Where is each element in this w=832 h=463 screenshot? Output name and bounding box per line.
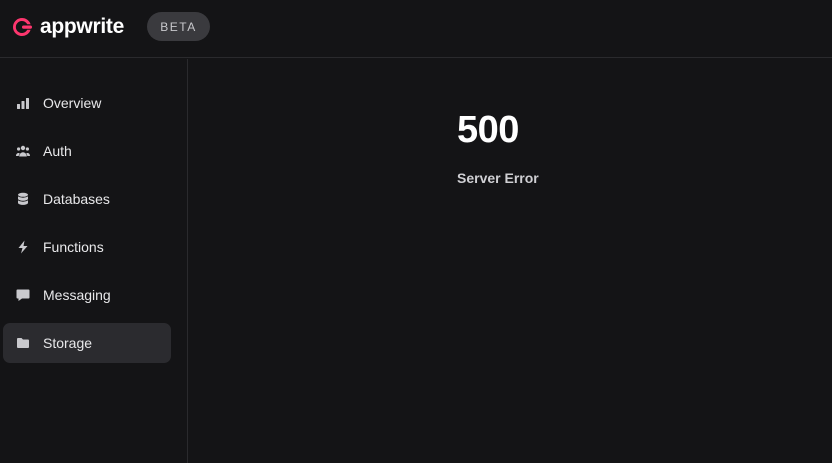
sidebar-item-label: Databases bbox=[43, 191, 110, 207]
database-icon bbox=[16, 192, 30, 206]
brand-name: appwrite bbox=[40, 15, 124, 38]
users-icon bbox=[16, 144, 30, 158]
error-code: 500 bbox=[457, 109, 519, 151]
main-content: 500 Server Error bbox=[188, 59, 832, 463]
lightning-icon bbox=[16, 240, 30, 254]
sidebar-item-functions[interactable]: Functions bbox=[3, 227, 171, 267]
sidebar-item-label: Messaging bbox=[43, 287, 111, 303]
sidebar-item-label: Functions bbox=[43, 239, 104, 255]
sidebar-item-storage[interactable]: Storage bbox=[3, 323, 171, 363]
appwrite-logo-icon bbox=[13, 17, 32, 36]
top-bar: appwrite BETA bbox=[0, 0, 832, 58]
sidebar-item-auth[interactable]: Auth bbox=[3, 131, 171, 171]
folder-icon bbox=[16, 336, 30, 350]
error-message: Server Error bbox=[457, 170, 539, 186]
appwrite-logo[interactable]: appwrite bbox=[10, 14, 124, 40]
sidebar-item-label: Auth bbox=[43, 143, 72, 159]
bar-chart-icon bbox=[16, 96, 30, 110]
sidebar-item-messaging[interactable]: Messaging bbox=[3, 275, 171, 315]
sidebar-item-databases[interactable]: Databases bbox=[3, 179, 171, 219]
sidebar-item-overview[interactable]: Overview bbox=[3, 83, 171, 123]
sidebar-item-label: Storage bbox=[43, 335, 93, 351]
beta-badge: BETA bbox=[147, 12, 210, 41]
chat-bubble-icon bbox=[16, 288, 30, 302]
sidebar: Overview Auth Databases Functions Messag… bbox=[0, 59, 188, 463]
sidebar-item-label: Overview bbox=[43, 95, 102, 111]
